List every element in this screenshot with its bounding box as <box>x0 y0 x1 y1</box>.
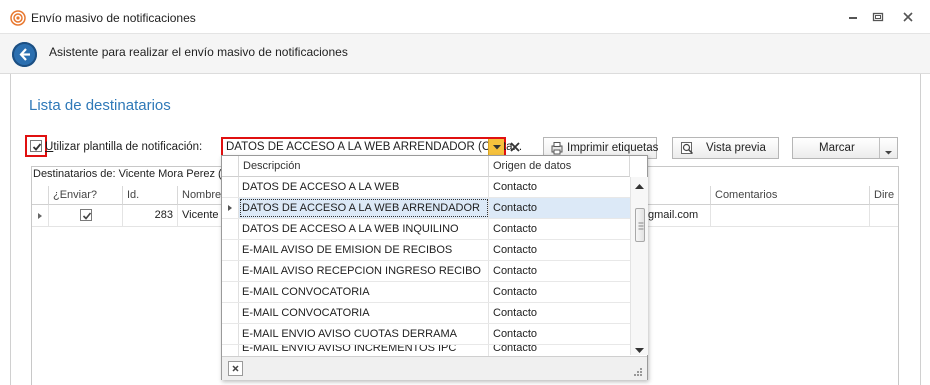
list-item-origin: Contacto <box>493 345 538 354</box>
dropdown-arrow-icon[interactable] <box>488 139 504 155</box>
dropdown-footer <box>222 356 647 380</box>
column-header-comments[interactable]: Comentarios <box>711 186 870 205</box>
row-indicator-icon[interactable] <box>32 205 49 227</box>
list-item-origin: Contacto <box>493 328 538 340</box>
scrollbar-thumb[interactable] <box>635 208 645 242</box>
scroll-up-icon[interactable] <box>635 181 644 193</box>
section-title: Lista de destinatarios <box>29 97 171 114</box>
use-template-checkbox[interactable] <box>30 140 42 152</box>
list-item[interactable]: E-MAIL CONVOCATORIA Contacto <box>222 282 631 303</box>
column-header-id[interactable]: Id. <box>123 186 178 205</box>
column-header-address[interactable]: Dire <box>870 186 898 205</box>
minimize-icon[interactable] <box>845 10 861 24</box>
clear-icon[interactable] <box>509 141 521 153</box>
restore-icon[interactable] <box>870 10 886 24</box>
mark-button[interactable]: Marcar <box>792 137 898 159</box>
row-indicator-icon <box>222 198 239 218</box>
popup-indicator-header <box>222 156 239 177</box>
resize-grip-icon[interactable] <box>633 367 643 380</box>
list-item-origin: Contacto <box>493 244 538 256</box>
list-item-description: E-MAIL ENVIO AVISO INCREMENTOS IPC <box>239 345 489 356</box>
list-item[interactable]: E-MAIL ENVIO AVISO INCREMENTOS IPC Conta… <box>222 345 631 356</box>
list-item[interactable]: DATOS DE ACCESO A LA WEB Contacto <box>222 177 631 198</box>
list-item-description: E-MAIL AVISO DE EMISION DE RECIBOS <box>239 240 489 260</box>
table-row-id[interactable]: 283 <box>123 205 178 227</box>
row-indicator <box>222 345 239 356</box>
list-item-origin: Contacto <box>493 223 538 235</box>
list-item-origin: Contacto <box>493 265 538 277</box>
preview-label: Vista previa <box>706 142 766 154</box>
list-item[interactable]: E-MAIL CONVOCATORIA Contacto <box>222 303 631 324</box>
send-checkbox[interactable] <box>80 209 92 221</box>
template-combo-value: DATOS DE ACCESO A LA WEB ARRENDADOR (Con… <box>226 141 523 153</box>
close-icon[interactable] <box>900 10 916 24</box>
table-row-email[interactable]: gmail.com <box>648 205 711 227</box>
list-item-origin: Contacto <box>493 181 538 193</box>
list-item-description: E-MAIL CONVOCATORIA <box>239 303 489 323</box>
column-header-email-partial <box>648 186 711 205</box>
column-header-name[interactable]: Nombre <box>178 186 222 205</box>
list-item-description: DATOS DE ACCESO A LA WEB <box>239 177 489 197</box>
preview-button[interactable]: Vista previa <box>672 137 779 159</box>
checkmark-icon <box>82 212 92 220</box>
use-template-label-text: tilizar plantilla de notificación: <box>53 141 203 153</box>
list-item[interactable]: E-MAIL AVISO RECEPCION INGRESO RECIBO Co… <box>222 261 631 282</box>
list-item-origin: Contacto <box>493 286 538 298</box>
table-row-send-cell[interactable] <box>49 205 123 227</box>
mark-label: Marcar <box>819 142 855 154</box>
popup-header-origin[interactable]: Origen de datos <box>489 156 630 177</box>
list-item-description: E-MAIL AVISO RECEPCION INGRESO RECIBO <box>239 261 489 281</box>
row-indicator <box>222 303 239 323</box>
row-indicator-header <box>32 186 49 205</box>
checkmark-icon <box>32 143 42 151</box>
column-header-send[interactable]: ¿Enviar? <box>49 186 123 205</box>
row-indicator <box>222 240 239 260</box>
row-indicator <box>222 261 239 281</box>
window-title: Envío masivo de notificaciones <box>31 11 196 25</box>
list-item[interactable]: DATOS DE ACCESO A LA WEB INQUILINO Conta… <box>222 219 631 240</box>
wizard-title: Asistente para realizar el envío masivo … <box>49 45 348 59</box>
row-indicator <box>222 324 239 344</box>
row-indicator <box>222 177 239 197</box>
row-indicator <box>222 219 239 239</box>
list-item[interactable]: E-MAIL ENVIO AVISO CUOTAS DERRAMA Contac… <box>222 324 631 345</box>
list-item-description: DATOS DE ACCESO A LA WEB INQUILINO <box>239 219 489 239</box>
list-item[interactable]: E-MAIL AVISO DE EMISION DE RECIBOS Conta… <box>222 240 631 261</box>
table-row-comments[interactable] <box>711 205 870 227</box>
clear-icon[interactable] <box>228 361 243 376</box>
template-combo[interactable]: DATOS DE ACCESO A LA WEB ARRENDADOR (Con… <box>221 137 522 157</box>
print-labels-label: Imprimir etiquetas <box>567 142 659 154</box>
preview-icon <box>680 141 694 158</box>
grid-caption: Destinatarios de: Vicente Mora Perez (A <box>33 168 230 180</box>
list-item-description: E-MAIL CONVOCATORIA <box>239 282 489 302</box>
table-row-address[interactable] <box>870 205 898 227</box>
wizard-header: Asistente para realizar el envío masivo … <box>0 34 930 74</box>
popup-header-description[interactable]: Descripción <box>239 156 489 177</box>
back-arrow-icon[interactable] <box>12 42 37 67</box>
chevron-down-icon[interactable] <box>885 146 892 158</box>
list-item-description: E-MAIL ENVIO AVISO CUOTAS DERRAMA <box>239 324 489 344</box>
list-item-selected[interactable]: DATOS DE ACCESO A LA WEB ARRENDADOR Cont… <box>222 198 631 219</box>
list-item-origin: Contacto <box>489 198 631 218</box>
template-dropdown-popup: Descripción Origen de datos DATOS DE ACC… <box>221 155 648 380</box>
list-item-origin: Contacto <box>493 307 538 319</box>
row-indicator <box>222 282 239 302</box>
notification-app-icon <box>10 10 26 26</box>
window-title-bar: Envío masivo de notificaciones <box>0 0 930 34</box>
mark-button-divider <box>879 138 880 158</box>
list-item-description: DATOS DE ACCESO A LA WEB ARRENDADOR <box>239 198 489 218</box>
use-template-label[interactable]: Utilizar plantilla de notificación: <box>45 141 202 153</box>
dropdown-scrollbar[interactable] <box>630 177 648 355</box>
table-row-name[interactable]: Vicente <box>178 205 222 227</box>
